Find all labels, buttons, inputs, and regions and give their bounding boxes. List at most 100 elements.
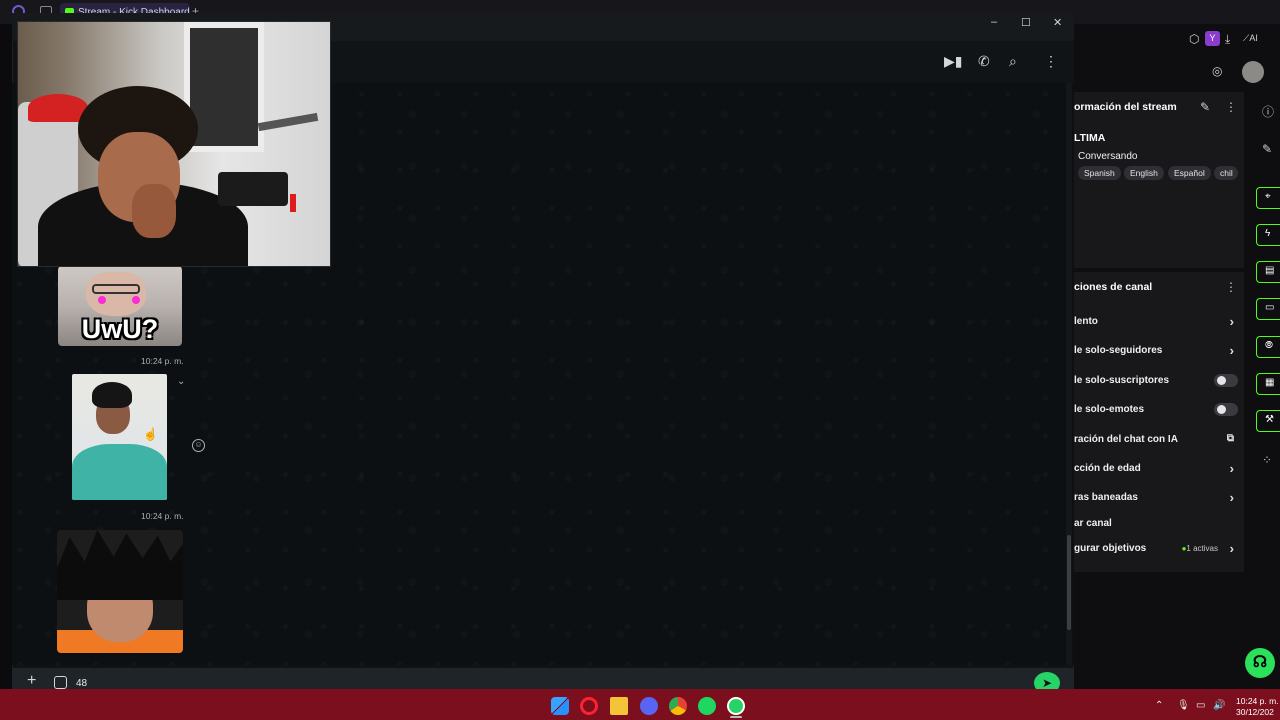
message-input[interactable] (76, 676, 1016, 690)
more-vertical-icon[interactable]: ⋮ (1225, 280, 1237, 294)
spotify-icon[interactable] (698, 697, 716, 715)
sidebar-tool-button[interactable]: ▦ (1256, 373, 1280, 395)
bolt-icon: ϟ (1265, 228, 1271, 239)
chevron-down-icon[interactable]: ⌄ (177, 376, 185, 387)
search-icon[interactable]: ⌕ (1009, 53, 1017, 70)
action-row-slow-mode[interactable]: lento › (1074, 312, 1244, 332)
ai-button[interactable]: ⟋AI (1243, 33, 1258, 44)
document-icon: ▤ (1265, 265, 1275, 276)
action-label: ar canal (1074, 518, 1112, 529)
scrollbar-thumb[interactable] (1067, 535, 1071, 630)
action-label: lento (1074, 316, 1098, 327)
action-label: ración del chat con IA (1074, 434, 1178, 445)
more-vertical-icon[interactable]: ⋮ (1225, 100, 1237, 114)
target-icon: ⌖ (1265, 191, 1271, 202)
person-hand (132, 184, 176, 238)
chevron-right-icon: › (1229, 343, 1234, 358)
discord-icon[interactable] (640, 697, 658, 715)
pencil-icon[interactable]: ✎ (1262, 142, 1272, 156)
face-image (86, 272, 146, 316)
file-explorer-icon[interactable] (610, 697, 628, 715)
action-row-ai-moderation[interactable]: ración del chat con IA ⧉ (1074, 430, 1244, 450)
message-time: 10:24 p. m. (141, 356, 184, 366)
download-icon[interactable]: ⤓ (1225, 32, 1230, 47)
emotes-only-toggle[interactable] (1214, 403, 1238, 416)
tag-chip: Spanish (1078, 166, 1121, 180)
tag-chip: chil (1214, 166, 1238, 180)
stream-info-title: ormación del stream (1074, 101, 1177, 113)
apps-icon[interactable]: ⁘ (1262, 453, 1272, 467)
chevron-right-icon: › (1229, 314, 1234, 329)
glasses-shape (92, 284, 140, 294)
support-chat-icon[interactable]: ☊ (1245, 648, 1275, 678)
minimize-button[interactable]: – (991, 16, 997, 28)
stream-title: LTIMA (1074, 132, 1106, 144)
action-row-followers-only[interactable]: le solo-seguidores › (1074, 341, 1244, 361)
sidebar-tool-button[interactable]: ⦾ (1256, 336, 1280, 358)
extension-icon[interactable]: ⬡ (1189, 32, 1199, 46)
webcam-overlay (17, 21, 331, 267)
chevron-right-icon: › (1229, 461, 1234, 476)
whatsapp-icon[interactable] (727, 697, 745, 715)
sidebar-tool-button[interactable]: ϟ (1256, 224, 1280, 246)
network-icon[interactable]: ▭ (1196, 700, 1205, 711)
action-row-goals[interactable]: gurar objetivos ●1 activas › (1074, 539, 1244, 559)
sticker-icon[interactable] (54, 676, 67, 689)
clock-time[interactable]: 10:24 p. m. (1236, 696, 1279, 706)
video-icon[interactable]: ▶▮ (944, 53, 962, 70)
hand-cursor-icon: ☝ (143, 427, 158, 441)
external-link-icon: ⧉ (1226, 433, 1234, 444)
sidebar-tool-button[interactable]: ▤ (1256, 261, 1280, 283)
maximize-button[interactable]: ☐ (1021, 16, 1031, 29)
wheel-rig-shape (218, 172, 288, 206)
layout-icon: ▦ (1265, 377, 1275, 388)
tag-chip: English (1124, 166, 1164, 180)
rig-accent-shape (290, 194, 296, 212)
action-label: le solo-emotes (1074, 404, 1145, 415)
action-label: cción de edad (1074, 463, 1141, 474)
menu-icon[interactable]: ⋮ (1044, 53, 1058, 70)
phone-icon[interactable]: ✆ (978, 53, 990, 70)
chevron-up-icon[interactable]: ⌃ (1155, 700, 1163, 711)
emoji-reaction-icon[interactable]: ☺ (192, 439, 205, 452)
edit-icon[interactable]: ✎ (1200, 100, 1210, 114)
clock-date[interactable]: 30/12/202 (1236, 707, 1274, 717)
stream-info-panel (1074, 92, 1244, 268)
stream-category: Conversando (1078, 151, 1138, 162)
tag-chip: Español (1168, 166, 1211, 180)
action-label: le solo-suscriptores (1074, 375, 1170, 386)
attach-plus-icon[interactable]: + (27, 673, 36, 689)
volume-icon[interactable]: 🔊 (1213, 700, 1225, 711)
sidebar-tool-button[interactable]: ⚒ (1256, 410, 1280, 432)
image-message[interactable]: UwU? (58, 266, 182, 346)
action-row-subscribers-only[interactable]: le solo-suscriptores (1074, 371, 1244, 391)
chat-icon: ▭ (1265, 302, 1275, 313)
action-row-banned-words[interactable]: ras baneadas › (1074, 488, 1244, 508)
hair-shape (92, 382, 132, 408)
chevron-right-icon: › (1229, 490, 1234, 505)
action-row-age-restriction[interactable]: cción de edad › (1074, 459, 1244, 479)
active-app-indicator (730, 716, 742, 718)
sidebar-tool-button[interactable]: ▭ (1256, 298, 1280, 320)
sidebar-tool-button[interactable]: ⌖ (1256, 187, 1280, 209)
channel-actions-title: ciones de canal (1074, 281, 1153, 293)
opera-icon[interactable] (580, 697, 598, 715)
close-button[interactable]: ✕ (1053, 16, 1062, 29)
info-icon[interactable]: ⓘ (1262, 103, 1274, 120)
action-row-emotes-only[interactable]: le solo-emotes (1074, 400, 1244, 420)
hair-shape (57, 530, 183, 600)
blush-shape (98, 296, 106, 304)
microphone-icon[interactable]: 🎙 (1177, 700, 1190, 711)
subscribers-only-toggle[interactable] (1214, 374, 1238, 387)
sticker-caption: UwU? (81, 314, 159, 344)
action-label: ras baneadas (1074, 492, 1138, 503)
windows-start-icon[interactable] (551, 697, 569, 715)
chrome-icon[interactable] (669, 697, 687, 715)
action-row-clear-channel[interactable]: ar canal (1074, 514, 1244, 534)
broadcast-icon: ⦾ (1265, 340, 1273, 351)
blush-shape (132, 296, 140, 304)
avatar[interactable] (1242, 61, 1264, 83)
image-message[interactable] (57, 530, 183, 653)
profile-badge[interactable]: Y (1205, 31, 1220, 46)
notification-icon[interactable]: ◎ (1212, 64, 1222, 78)
